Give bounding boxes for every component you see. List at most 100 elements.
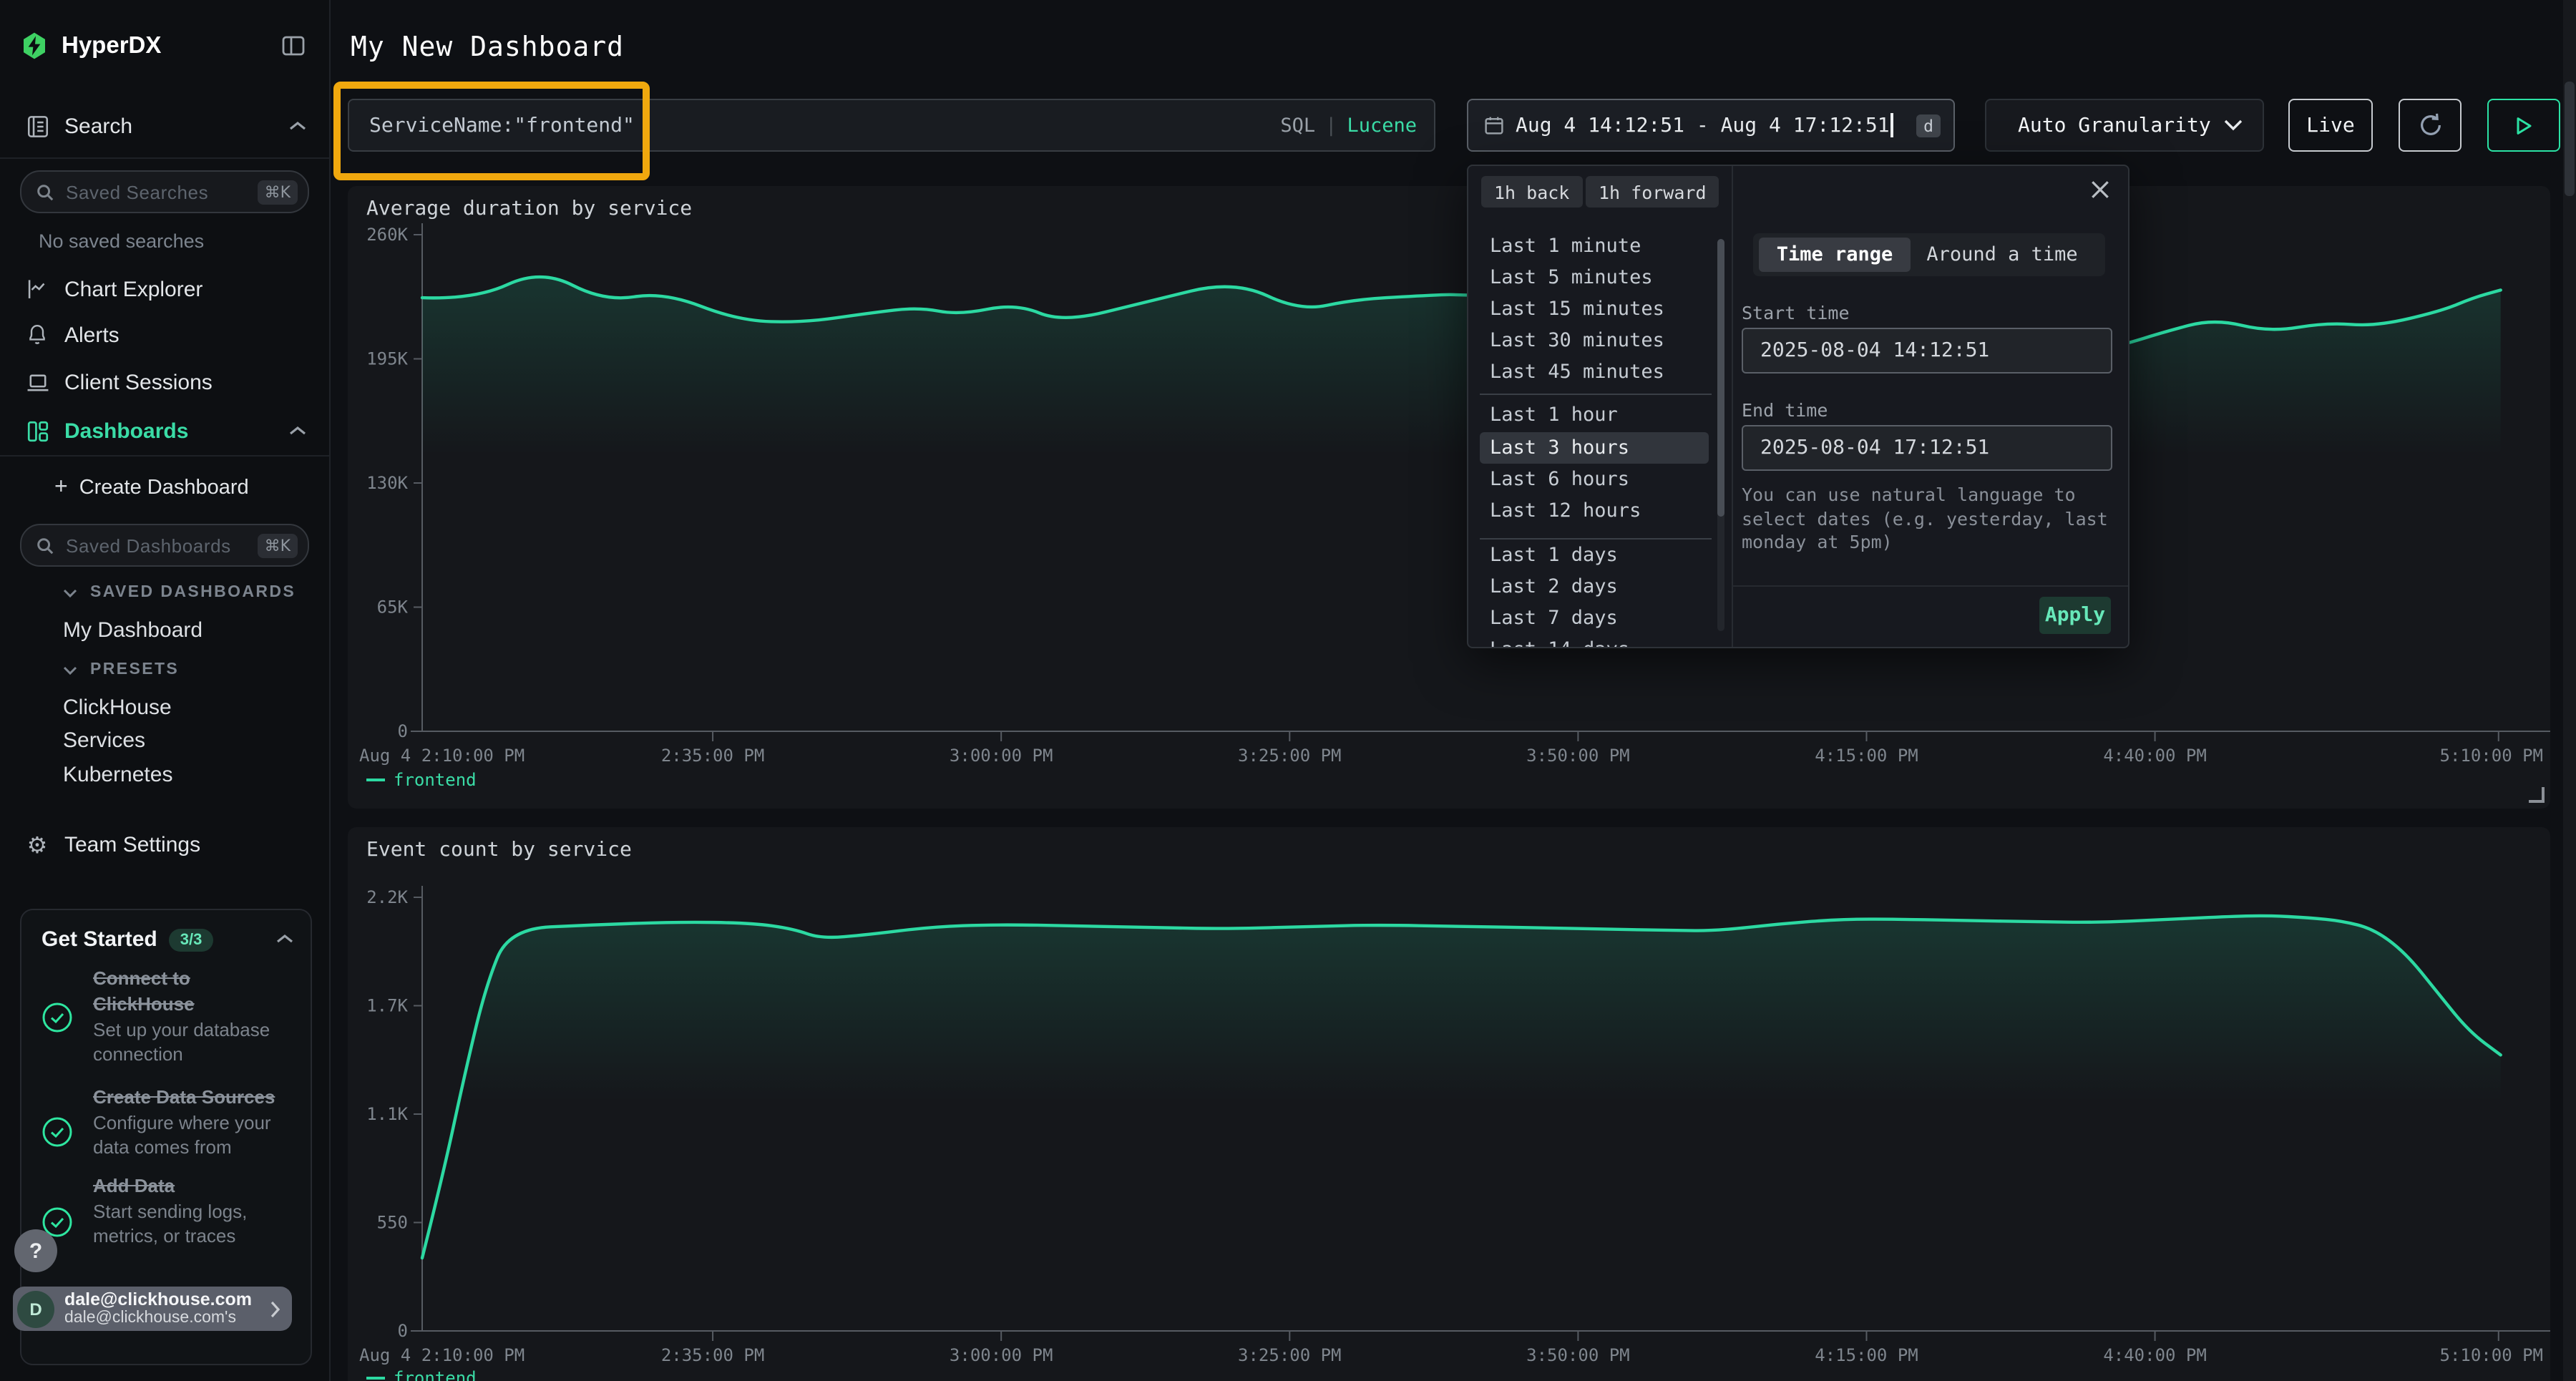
tab-around-a-time[interactable]: Around a time (1911, 238, 2094, 272)
range-option[interactable]: Last 45 minutes (1480, 356, 1709, 388)
progress-badge: 3/3 (169, 928, 214, 951)
live-button[interactable]: Live (2288, 99, 2373, 152)
time-range-input[interactable]: Aug 4 14:12:51 - Aug 4 17:12:51 d (1467, 99, 1955, 152)
end-time-input[interactable]: 2025-08-04 17:12:51 (1742, 425, 2112, 471)
brand-name: HyperDX (62, 32, 161, 59)
sidebar-collapse-icon[interactable] (280, 33, 306, 59)
tab-time-range[interactable]: Time range (1759, 238, 1911, 272)
chevron-down-icon (63, 587, 77, 597)
sidebar-item-clickhouse[interactable]: ClickHouse (0, 690, 329, 724)
chevron-up-icon[interactable] (289, 120, 306, 132)
shift-forward-button[interactable]: 1h forward (1586, 176, 1719, 208)
chevron-up-icon[interactable] (276, 933, 293, 945)
gs-item-sources[interactable]: Create Data Sources Configure where your… (93, 1085, 296, 1159)
svg-text:3:50:00 PM: 3:50:00 PM (1526, 746, 1630, 766)
help-button[interactable]: ? (14, 1229, 57, 1272)
range-option[interactable]: Last 1 hour (1480, 399, 1709, 431)
section-saved-dashboards[interactable]: SAVED DASHBOARDS (0, 575, 329, 610)
chart-canvas[interactable]: 2.2K1.7K1.1K5500Aug 4 2:10:00 PM2:35:00 … (348, 827, 2550, 1381)
sidebar-item-dashboards[interactable]: Dashboards (0, 414, 329, 448)
scrollbar-thumb[interactable] (1717, 239, 1724, 517)
svg-text:2:35:00 PM: 2:35:00 PM (661, 1345, 765, 1365)
hyperdx-logo-icon (20, 31, 49, 60)
chart-explorer-icon (23, 275, 52, 303)
range-option[interactable]: Last 14 days (1480, 634, 1709, 648)
gs-item-add-data[interactable]: Add Data Start sending logs, metrics, or… (93, 1173, 296, 1248)
range-option[interactable]: Last 12 hours (1480, 495, 1709, 527)
chart-legend[interactable]: frontend (366, 770, 477, 790)
range-option-selected[interactable]: Last 3 hours (1480, 432, 1709, 464)
sidebar-item-team-settings[interactable]: ⚙ Team Settings (0, 827, 329, 862)
legend-swatch (366, 779, 385, 781)
apply-button[interactable]: Apply (2039, 597, 2111, 634)
svg-text:130K: 130K (366, 473, 408, 493)
svg-text:3:00:00 PM: 3:00:00 PM (950, 1345, 1053, 1365)
time-range-value: Aug 4 14:12:51 - Aug 4 17:12:51 (1516, 114, 1890, 137)
sql-toggle[interactable]: SQL (1280, 114, 1315, 137)
svg-text:0: 0 (398, 721, 408, 741)
section-presets[interactable]: PRESETS (0, 653, 329, 687)
user-menu[interactable]: D dale@clickhouse.com dale@clickhouse.co… (13, 1287, 292, 1331)
laptop-icon (23, 368, 52, 396)
saved-dashboards-input[interactable]: Saved Dashboards ⌘K (20, 524, 309, 567)
range-option[interactable]: Last 1 minute (1480, 230, 1709, 262)
list-divider (1480, 394, 1712, 395)
refresh-button[interactable] (2399, 99, 2462, 152)
granularity-select[interactable]: Auto Granularity (1985, 99, 2264, 152)
sidebar-item-client-sessions[interactable]: Client Sessions (0, 365, 329, 399)
search-section-icon (23, 112, 52, 140)
range-option[interactable]: Last 30 minutes (1480, 325, 1709, 356)
user-email: dale@clickhouse.com (64, 1289, 252, 1309)
range-option[interactable]: Last 2 days (1480, 571, 1709, 602)
range-option[interactable]: Last 1 days (1480, 540, 1709, 571)
svg-text:3:25:00 PM: 3:25:00 PM (1238, 1345, 1342, 1365)
svg-text:Aug 4 2:10:00 PM: Aug 4 2:10:00 PM (359, 1345, 525, 1365)
svg-text:4:15:00 PM: 4:15:00 PM (1815, 746, 1918, 766)
query-language-toggle[interactable]: SQL | Lucene (1280, 114, 1417, 137)
bell-icon (23, 321, 52, 349)
saved-searches-input[interactable]: Saved Searches ⌘K (20, 170, 309, 213)
sidebar-item-my-dashboard[interactable]: My Dashboard (0, 613, 329, 647)
sidebar-divider (0, 455, 329, 457)
start-time-input[interactable]: 2025-08-04 14:12:51 (1742, 328, 2112, 374)
chevron-up-icon[interactable] (289, 425, 306, 436)
range-option[interactable]: Last 15 minutes (1480, 293, 1709, 325)
range-option[interactable]: Last 7 days (1480, 602, 1709, 634)
chart-legend[interactable]: frontend (366, 1368, 477, 1381)
svg-text:3:25:00 PM: 3:25:00 PM (1238, 746, 1342, 766)
shift-back-button[interactable]: 1h back (1481, 176, 1582, 208)
svg-text:195K: 195K (366, 349, 408, 369)
play-button[interactable] (2487, 99, 2560, 152)
chevron-down-icon (2224, 119, 2243, 132)
range-option[interactable]: Last 5 minutes (1480, 262, 1709, 293)
svg-text:3:00:00 PM: 3:00:00 PM (950, 746, 1053, 766)
get-started-header[interactable]: Get Started 3/3 (42, 927, 213, 952)
chart-canvas[interactable]: 260K195K130K65K0Aug 4 2:10:00 PM2:35:00 … (348, 186, 2550, 809)
logo-row: HyperDX (0, 26, 329, 66)
no-saved-searches: No saved searches (0, 223, 329, 258)
sidebar-item-chart-explorer[interactable]: Chart Explorer (0, 272, 329, 306)
check-circle-icon (40, 1115, 74, 1149)
time-picker-tabs: Time range Around a time (1753, 233, 2105, 276)
sidebar-item-services[interactable]: Services (0, 723, 329, 757)
svg-text:4:40:00 PM: 4:40:00 PM (2103, 746, 2207, 766)
calendar-icon (1484, 114, 1504, 136)
svg-text:4:40:00 PM: 4:40:00 PM (2103, 1345, 2207, 1365)
avatar: D (17, 1290, 54, 1327)
page-scrollbar-thumb[interactable] (2565, 82, 2575, 196)
svg-text:0: 0 (398, 1321, 408, 1341)
keyboard-hint-badge: d (1916, 114, 1941, 137)
range-option[interactable]: Last 6 hours (1480, 464, 1709, 495)
svg-text:550: 550 (377, 1213, 408, 1233)
sidebar-item-search[interactable]: Search (0, 109, 329, 143)
page-scrollbar[interactable] (2563, 0, 2576, 1381)
sidebar-item-kubernetes[interactable]: Kubernetes (0, 757, 329, 791)
gs-item-connect[interactable]: Connect to ClickHouse Set up your databa… (93, 966, 291, 1066)
close-icon[interactable] (2089, 179, 2111, 200)
create-dashboard-button[interactable]: + Create Dashboard (0, 471, 329, 505)
sidebar-item-alerts[interactable]: Alerts (0, 318, 329, 352)
search-icon (36, 536, 54, 555)
start-time-label: Start time (1742, 302, 1850, 323)
resize-handle[interactable] (2529, 787, 2545, 803)
lucene-toggle[interactable]: Lucene (1347, 114, 1417, 137)
